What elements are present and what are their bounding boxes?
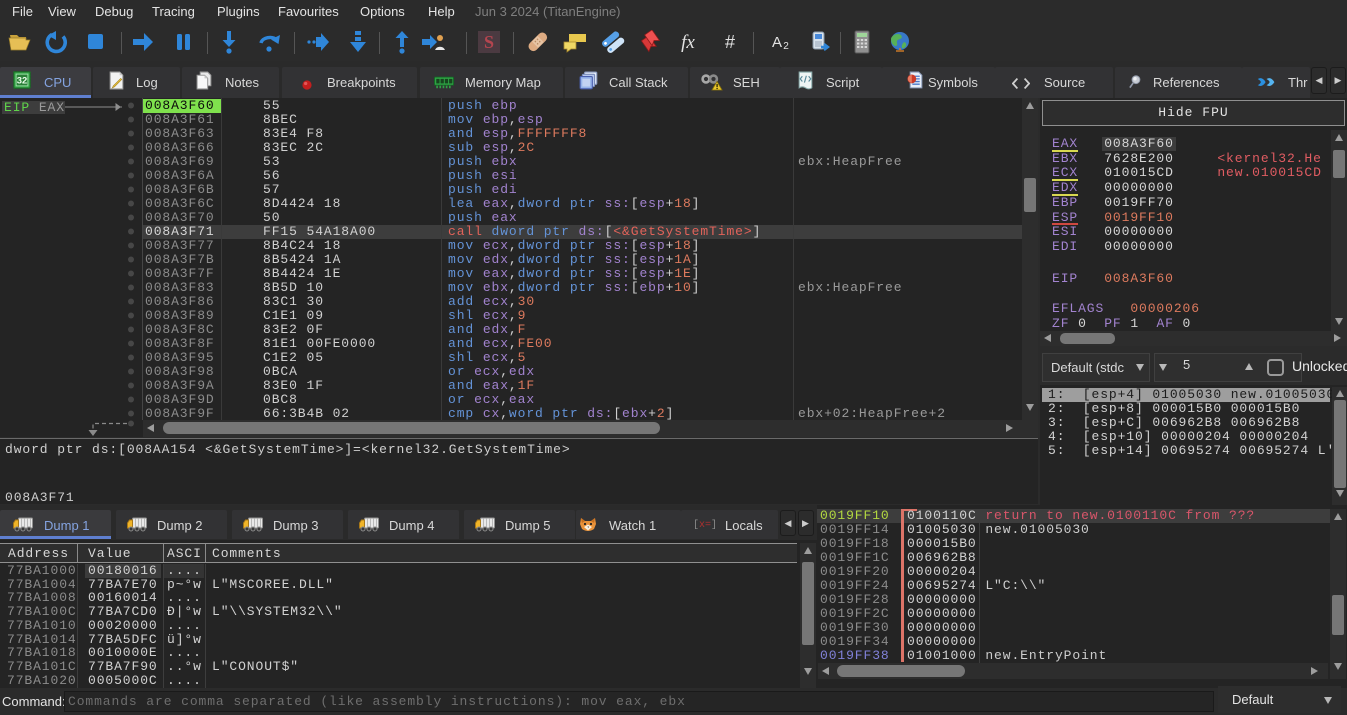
- svg-text:2: 2: [783, 41, 789, 52]
- svg-text:S: S: [484, 32, 494, 52]
- svg-text:A: A: [772, 34, 782, 51]
- svg-text:32: 32: [17, 75, 27, 86]
- svg-text:fx: fx: [681, 32, 695, 53]
- svg-text:#: #: [725, 32, 735, 52]
